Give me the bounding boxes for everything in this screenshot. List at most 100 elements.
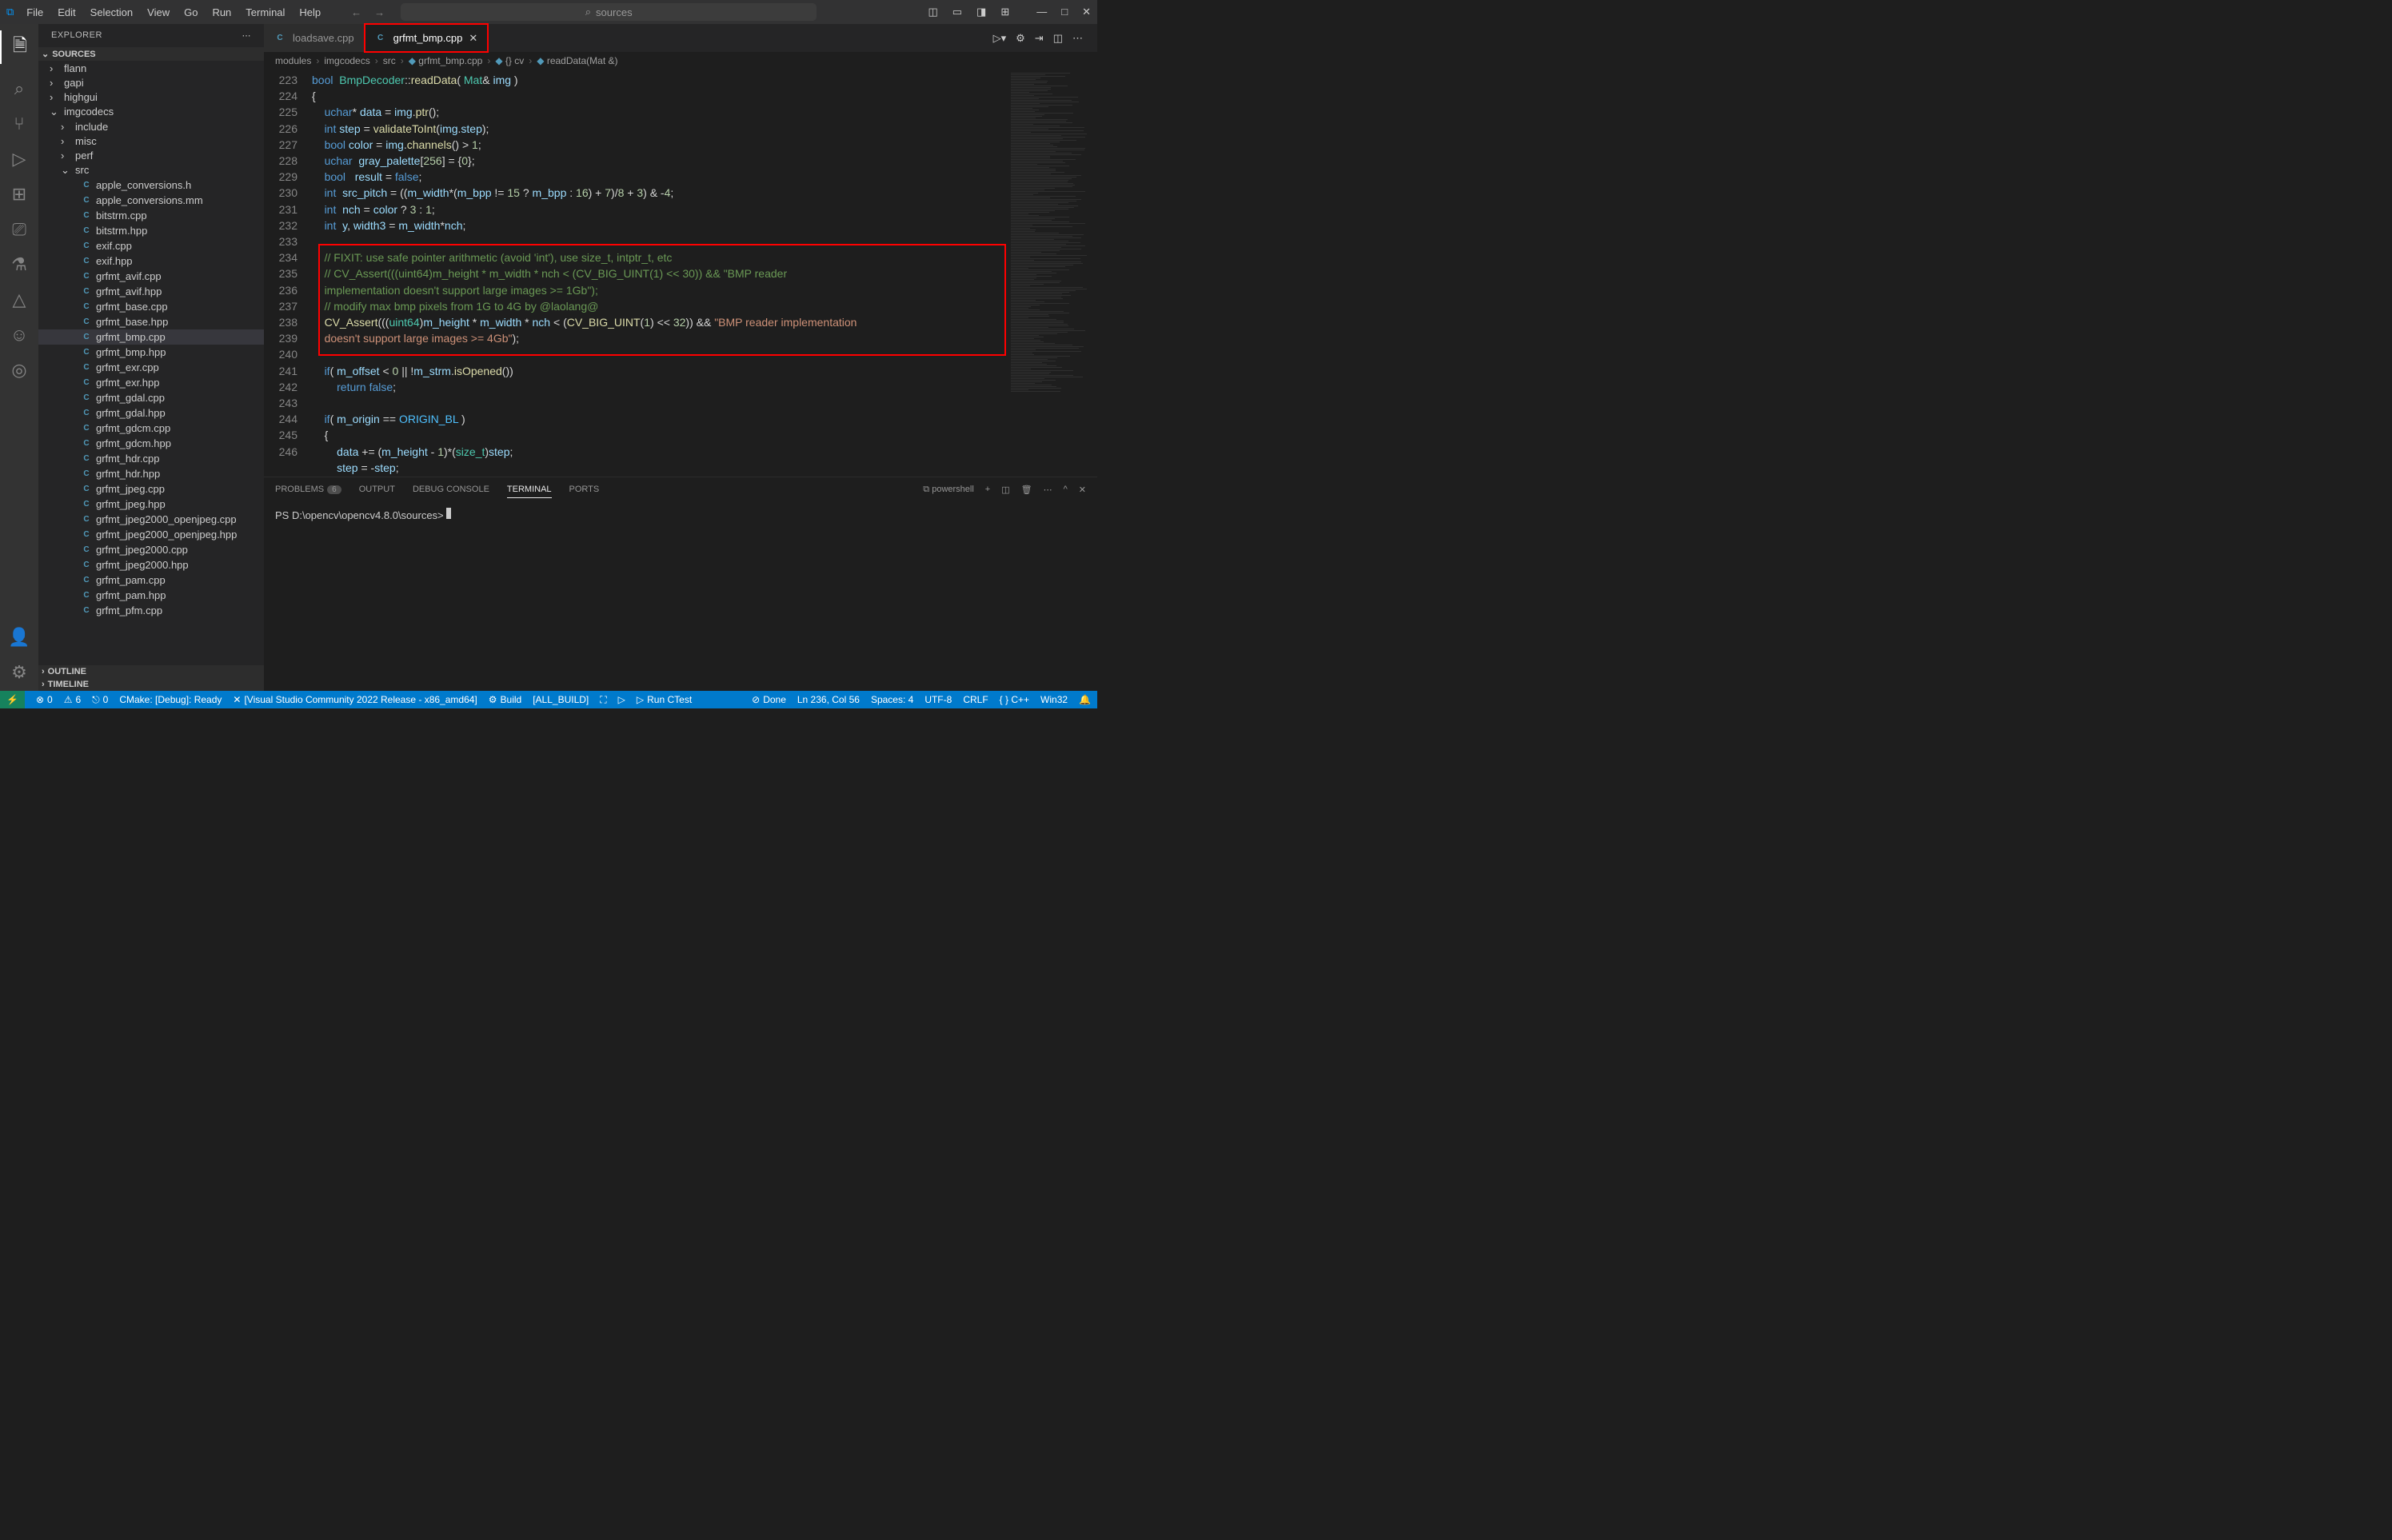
menu-terminal[interactable]: Terminal: [239, 3, 291, 22]
file-item[interactable]: Cgrfmt_avif.cpp: [38, 269, 264, 284]
accounts-icon[interactable]: 👤: [8, 627, 30, 648]
code-line[interactable]: [312, 233, 1009, 249]
status-item[interactable]: UTF-8: [924, 694, 952, 705]
file-item[interactable]: Cgrfmt_pam.hpp: [38, 588, 264, 603]
status-item[interactable]: Ln 236, Col 56: [797, 694, 860, 705]
panel-tab-problems[interactable]: PROBLEMS6: [275, 481, 341, 497]
breadcrumb-item[interactable]: ◆ grfmt_bmp.cpp: [409, 55, 483, 66]
status-item[interactable]: [ALL_BUILD]: [533, 694, 589, 706]
tab-loadsave.cpp[interactable]: Cloadsave.cpp: [264, 24, 365, 52]
layout-icon[interactable]: ◨: [976, 6, 986, 18]
breadcrumb-item[interactable]: imgcodecs: [324, 55, 369, 66]
file-item[interactable]: Cgrfmt_jpeg2000.hpp: [38, 557, 264, 573]
gear-icon[interactable]: ⚙: [1016, 32, 1025, 45]
code-line[interactable]: CV_Assert(((uint64)m_height * m_width * …: [312, 314, 1009, 330]
code-line[interactable]: bool result = false;: [312, 169, 1009, 185]
status-item[interactable]: ⊘Done: [752, 694, 786, 705]
file-item[interactable]: Cbitstrm.cpp: [38, 208, 264, 223]
command-center[interactable]: ⌕ sources: [401, 3, 817, 21]
status-item[interactable]: Spaces: 4: [871, 694, 913, 705]
code-line[interactable]: int y, width3 = m_width*nch;: [312, 217, 1009, 233]
nav-back-icon[interactable]: ←: [351, 6, 361, 18]
close-tab-icon[interactable]: ✕: [469, 32, 477, 45]
menu-go[interactable]: Go: [178, 3, 204, 22]
status-item[interactable]: ⛶: [600, 694, 606, 706]
code-line[interactable]: // CV_Assert(((uint64)m_height * m_width…: [312, 265, 1009, 281]
code-line[interactable]: uchar* data = img.ptr();: [312, 104, 1009, 120]
settings-gear-icon[interactable]: ⚙: [11, 662, 27, 683]
file-item[interactable]: Cgrfmt_gdal.cpp: [38, 390, 264, 405]
layout-icon[interactable]: ⊞: [1000, 6, 1009, 18]
run-icon[interactable]: ▷▾: [993, 32, 1007, 45]
file-item[interactable]: Capple_conversions.h: [38, 178, 264, 193]
code-line[interactable]: int src_pitch = ((m_width*(m_bpp != 15 ?…: [312, 185, 1009, 201]
code-line[interactable]: implementation doesn't support large ima…: [312, 282, 1009, 298]
status-item[interactable]: 🔔: [1079, 694, 1091, 705]
code-line[interactable]: return false;: [312, 379, 1009, 395]
maximize-panel-icon[interactable]: ^: [1064, 485, 1068, 494]
panel-tab-debug-console[interactable]: DEBUG CONSOLE: [413, 481, 489, 497]
status-item[interactable]: Win32: [1040, 694, 1068, 705]
code-content[interactable]: bool BmpDecoder::readData( Mat& img ){ u…: [312, 70, 1009, 477]
outline-header[interactable]: OUTLINE: [38, 665, 264, 678]
code-line[interactable]: uchar gray_palette[256] = {0};: [312, 153, 1009, 169]
remote-indicator[interactable]: ⚡: [0, 691, 25, 708]
file-item[interactable]: Cgrfmt_bmp.hpp: [38, 345, 264, 360]
file-item[interactable]: Cgrfmt_bmp.cpp: [38, 329, 264, 345]
maximize-icon[interactable]: □: [1061, 6, 1068, 18]
breadcrumb-item[interactable]: modules: [275, 55, 311, 66]
shell-icon[interactable]: ⧉ powershell: [923, 485, 974, 495]
breadcrumb-item[interactable]: src: [383, 55, 396, 66]
file-item[interactable]: Cgrfmt_pfm.cpp: [38, 603, 264, 618]
layout-icon[interactable]: ◫: [928, 6, 937, 18]
menu-run[interactable]: Run: [206, 3, 238, 22]
split-icon[interactable]: ⇥: [1035, 32, 1044, 45]
panel-tab-terminal[interactable]: TERMINAL: [507, 481, 552, 498]
code-line[interactable]: step = -step;: [312, 460, 1009, 476]
code-line[interactable]: {: [312, 88, 1009, 104]
file-item[interactable]: Cgrfmt_jpeg.cpp: [38, 481, 264, 497]
run-debug-icon[interactable]: ▷: [13, 149, 26, 170]
file-item[interactable]: Cbitstrm.hpp: [38, 223, 264, 238]
breadcrumb[interactable]: modules›imgcodecs›src›◆ grfmt_bmp.cpp›◆ …: [264, 52, 1097, 70]
file-item[interactable]: Capple_conversions.mm: [38, 193, 264, 208]
code-editor[interactable]: 2232242252262272282292302312322332342352…: [264, 70, 1097, 477]
tab-grfmt_bmp.cpp[interactable]: Cgrfmt_bmp.cpp✕: [365, 24, 489, 52]
folder-highgui[interactable]: highgui: [38, 90, 264, 104]
file-item[interactable]: Cgrfmt_hdr.cpp: [38, 451, 264, 466]
more-icon[interactable]: ⋯: [1044, 485, 1052, 495]
file-item[interactable]: Cgrfmt_gdal.hpp: [38, 405, 264, 421]
code-line[interactable]: if( m_offset < 0 || !m_strm.isOpened()): [312, 363, 1009, 379]
code-line[interactable]: if( m_origin == ORIGIN_BL ): [312, 411, 1009, 427]
file-item[interactable]: Cgrfmt_exr.cpp: [38, 360, 264, 375]
status-item[interactable]: ▷Run CTest: [637, 694, 692, 706]
code-line[interactable]: [312, 346, 1009, 362]
status-item[interactable]: ✕[Visual Studio Community 2022 Release -…: [233, 694, 477, 706]
status-item[interactable]: ⊗0: [36, 694, 53, 706]
status-item[interactable]: ▷: [618, 694, 625, 706]
breadcrumb-item[interactable]: ◆ readData(Mat &): [537, 55, 617, 66]
file-item[interactable]: Cgrfmt_avif.hpp: [38, 284, 264, 299]
code-line[interactable]: int step = validateToInt(img.step);: [312, 121, 1009, 137]
file-item[interactable]: Cgrfmt_jpeg2000_openjpeg.cpp: [38, 512, 264, 527]
file-item[interactable]: Cgrfmt_jpeg2000_openjpeg.hpp: [38, 527, 264, 542]
code-line[interactable]: doesn't support large images >= 4Gb");: [312, 330, 1009, 346]
file-item[interactable]: Cgrfmt_base.hpp: [38, 314, 264, 329]
file-item[interactable]: Cgrfmt_gdcm.cpp: [38, 421, 264, 436]
terminal-output[interactable]: PS D:\opencv\opencv4.8.0\sources>: [264, 501, 1097, 691]
code-line[interactable]: }: [312, 476, 1009, 477]
menu-help[interactable]: Help: [293, 3, 327, 22]
minimap[interactable]: [1009, 70, 1097, 477]
more-icon[interactable]: ⋯: [1072, 32, 1083, 45]
code-line[interactable]: {: [312, 427, 1009, 443]
status-item[interactable]: ⎋0: [92, 694, 108, 706]
file-item[interactable]: Cgrfmt_exr.hpp: [38, 375, 264, 390]
file-item[interactable]: Cexif.hpp: [38, 253, 264, 269]
minimize-icon[interactable]: —: [1036, 6, 1047, 18]
close-icon[interactable]: ✕: [1082, 6, 1091, 18]
search-icon[interactable]: ⌕: [14, 78, 24, 99]
status-item[interactable]: CRLF: [963, 694, 988, 705]
code-line[interactable]: bool color = img.channels() > 1;: [312, 137, 1009, 153]
testing-icon[interactable]: ⚗: [11, 254, 27, 275]
cmake-icon[interactable]: △: [13, 289, 26, 310]
